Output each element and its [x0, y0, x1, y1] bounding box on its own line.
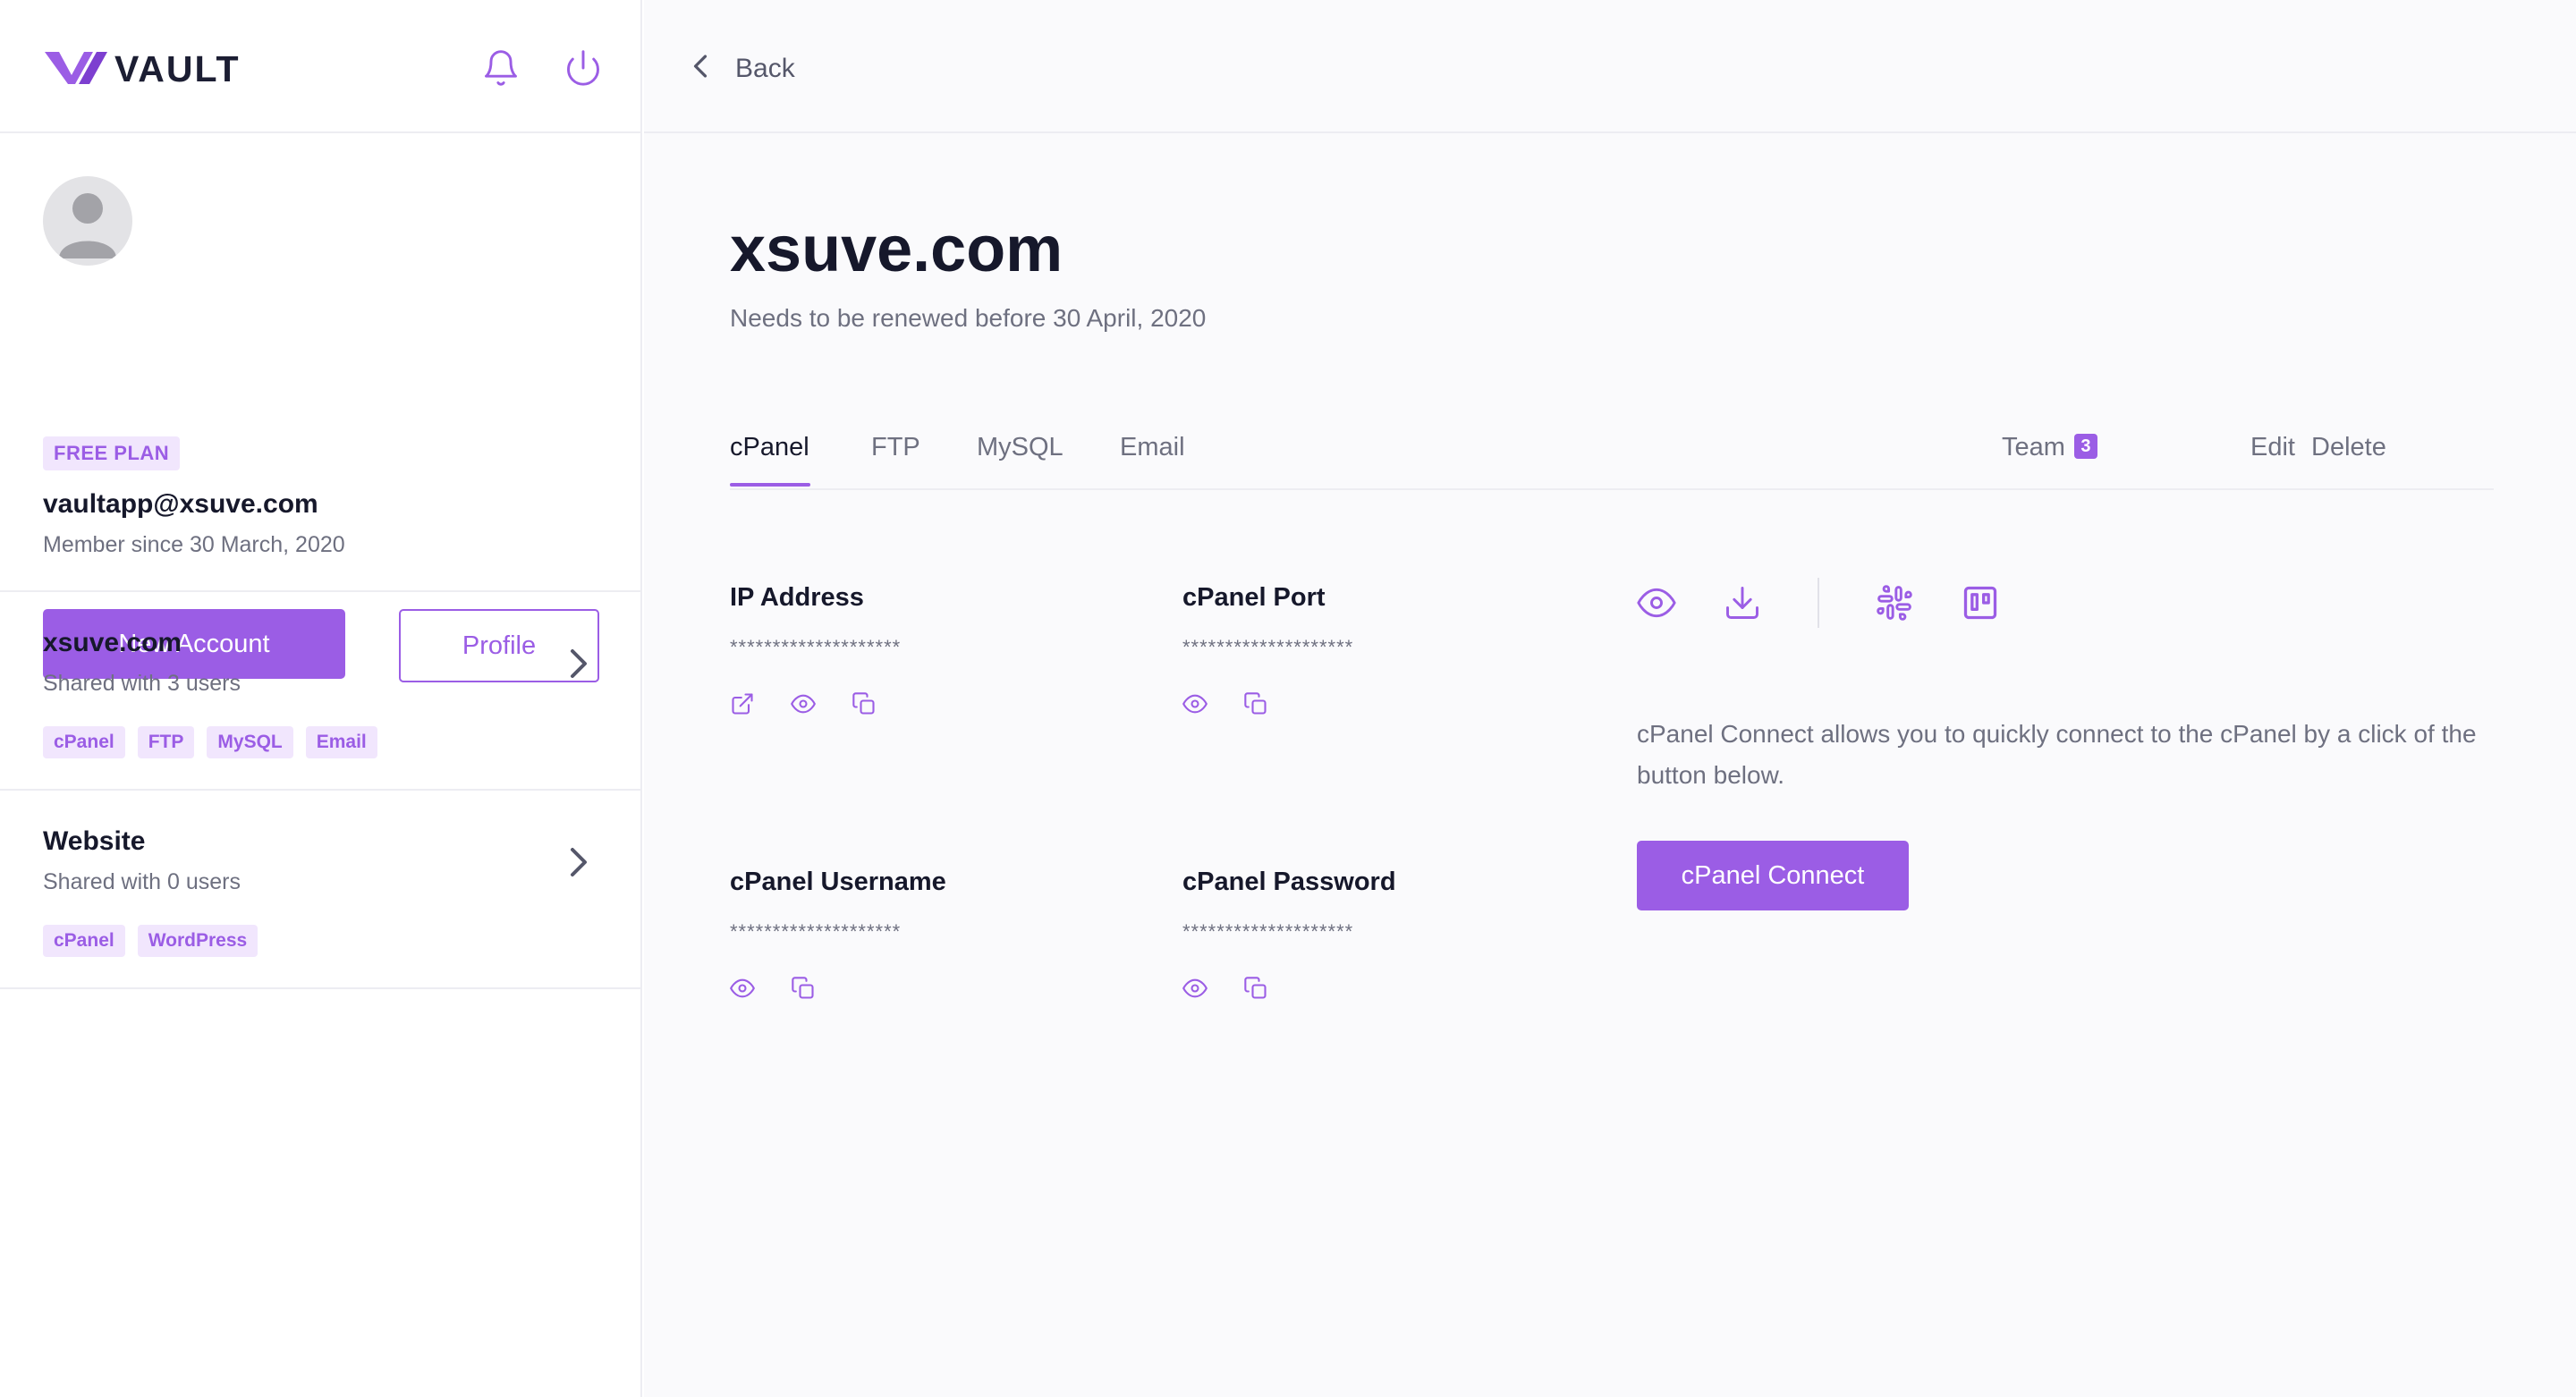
- eye-icon[interactable]: [1182, 691, 1208, 716]
- divider: [1818, 578, 1819, 628]
- tab-ftp[interactable]: FTP: [871, 433, 920, 462]
- slack-icon[interactable]: [1875, 583, 1914, 622]
- team-count-badge: 3: [2073, 434, 2097, 459]
- tag: FTP: [137, 726, 195, 758]
- tag: cPanel: [43, 925, 125, 957]
- cpanel-connect-button[interactable]: cPanel Connect: [1637, 841, 1909, 910]
- edit-link[interactable]: Edit: [2250, 433, 2295, 462]
- account-name: Website: [43, 826, 146, 856]
- eye-icon[interactable]: [1182, 976, 1208, 1001]
- field-value: ********************: [730, 636, 902, 658]
- account-actions: [1637, 578, 2000, 628]
- tab-email[interactable]: Email: [1120, 433, 1185, 462]
- field-value: ********************: [1182, 920, 1354, 943]
- connect-description: cPanel Connect allows you to quickly con…: [1637, 720, 2477, 789]
- user-avatar-icon: [59, 193, 116, 258]
- field-label: cPanel Port: [1182, 583, 1326, 612]
- vault-logo-icon: [43, 45, 109, 94]
- tag: WordPress: [137, 925, 258, 957]
- avatar[interactable]: [43, 176, 132, 266]
- field-value: ********************: [730, 920, 902, 943]
- tag: Email: [305, 726, 377, 758]
- field-label: IP Address: [730, 583, 864, 612]
- eye-icon[interactable]: [791, 691, 816, 716]
- field-actions: [730, 976, 946, 1001]
- tab-team[interactable]: Team 3: [2002, 433, 2097, 462]
- topbar: Back: [644, 0, 2576, 133]
- back-label: Back: [735, 53, 795, 83]
- profile-section: FREE PLAN vaultapp@xsuve.com Member sinc…: [0, 133, 640, 682]
- trello-icon[interactable]: [1961, 583, 2000, 622]
- chevron-left-icon: [691, 48, 710, 89]
- field-value: ********************: [1182, 636, 1354, 658]
- tab-cpanel[interactable]: cPanel: [730, 433, 809, 462]
- account-item-website[interactable]: Website Shared with 0 users cPanel WordP…: [0, 791, 640, 989]
- account-tags: cPanel FTP MySQL Email: [43, 726, 377, 758]
- eye-icon[interactable]: [730, 976, 755, 1001]
- account-shared: Shared with 3 users: [43, 671, 241, 696]
- download-icon[interactable]: [1723, 583, 1762, 622]
- field-actions: [1182, 691, 1353, 716]
- eye-icon[interactable]: [1637, 583, 1676, 622]
- account-tags: cPanel WordPress: [43, 925, 258, 957]
- active-tab-indicator: [730, 483, 810, 487]
- sidebar-header: VAULT: [0, 0, 640, 133]
- team-label: Team: [2002, 433, 2065, 461]
- user-email: vaultapp@xsuve.com: [43, 489, 318, 519]
- copy-icon[interactable]: [852, 691, 877, 716]
- copy-icon[interactable]: [1243, 976, 1268, 1001]
- bell-icon[interactable]: [481, 48, 521, 88]
- field-actions: [730, 691, 901, 716]
- field-cpanel-username: cPanel Username ********************: [730, 868, 946, 1001]
- field-ip-address: IP Address ********************: [730, 583, 901, 716]
- delete-link[interactable]: Delete: [2311, 433, 2386, 462]
- tag: MySQL: [207, 726, 293, 758]
- field-label: cPanel Password: [1182, 868, 1396, 896]
- field-actions: [1182, 976, 1396, 1001]
- copy-icon[interactable]: [791, 976, 816, 1001]
- plan-badge: FREE PLAN: [43, 436, 181, 470]
- chevron-right-icon[interactable]: [565, 648, 590, 680]
- external-link-icon[interactable]: [730, 691, 755, 716]
- chevron-right-icon[interactable]: [565, 846, 590, 878]
- field-cpanel-port: cPanel Port ********************: [1182, 583, 1353, 716]
- back-button[interactable]: Back: [691, 48, 795, 89]
- renewal-note: Needs to be renewed before 30 April, 202…: [730, 304, 1207, 332]
- logo[interactable]: VAULT: [43, 45, 241, 94]
- account-name: xsuve.com: [43, 628, 182, 657]
- power-icon[interactable]: [564, 48, 603, 88]
- field-label: cPanel Username: [730, 868, 946, 896]
- app-name: VAULT: [114, 48, 241, 89]
- copy-icon[interactable]: [1243, 691, 1268, 716]
- sidebar: VAULT FREE PLAN vaultapp@xsuve.com Membe…: [0, 0, 642, 1397]
- account-item-xsuve[interactable]: xsuve.com Shared with 3 users cPanel FTP…: [0, 592, 640, 791]
- main-content: Back xsuve.com Needs to be renewed befor…: [644, 0, 2576, 1397]
- tab-bar: cPanel FTP MySQL Email Team 3 Edit Delete: [730, 420, 2494, 490]
- member-since: Member since 30 March, 2020: [43, 532, 345, 557]
- tab-mysql[interactable]: MySQL: [977, 433, 1063, 462]
- tag: cPanel: [43, 726, 125, 758]
- page-title: xsuve.com: [730, 214, 1063, 285]
- account-shared: Shared with 0 users: [43, 869, 241, 894]
- field-cpanel-password: cPanel Password ********************: [1182, 868, 1396, 1001]
